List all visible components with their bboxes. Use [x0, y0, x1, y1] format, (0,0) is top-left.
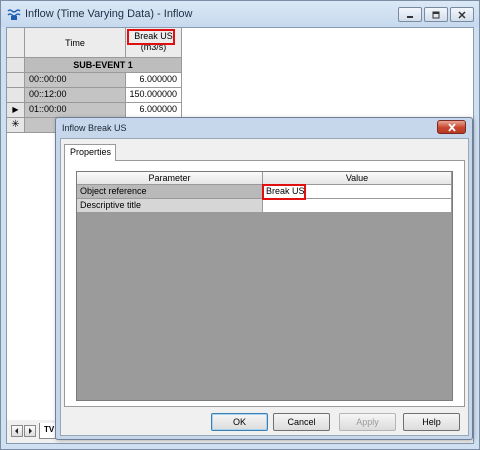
time-column-header[interactable]: Time [25, 28, 126, 58]
dialog-close-button[interactable] [437, 120, 466, 134]
ok-button[interactable]: OK [211, 413, 268, 431]
help-button[interactable]: Help [403, 413, 460, 431]
sub-event-row: SUB-EVENT 1 [25, 58, 182, 73]
parameter-column-header[interactable]: Parameter [77, 172, 263, 185]
time-cell[interactable]: 00::12:00 [25, 88, 126, 103]
row-selector[interactable] [7, 73, 25, 88]
wave-app-icon [7, 9, 21, 20]
descriptive-title-value[interactable] [263, 199, 452, 213]
previous-sheet-button[interactable] [11, 425, 23, 437]
maximize-icon [432, 11, 440, 18]
value-cell[interactable]: 150.000000 [126, 88, 182, 103]
value-cell[interactable]: 6.000000 [126, 73, 182, 88]
inflow-break-us-dialog: Inflow Break US Properties Parameter Val… [55, 117, 473, 440]
property-grid: Parameter Value Object reference Break U… [76, 171, 453, 401]
close-icon [447, 122, 456, 132]
highlight-box [127, 29, 175, 45]
row-selector[interactable] [7, 58, 25, 73]
highlight-box [262, 184, 306, 200]
title-bar[interactable]: Inflow (Time Varying Data) - Inflow [1, 1, 479, 27]
minimize-button[interactable] [398, 7, 422, 22]
properties-panel: Parameter Value Object reference Break U… [64, 160, 465, 407]
tab-properties[interactable]: Properties [64, 144, 116, 161]
chevron-right-icon [29, 428, 32, 434]
value-cell[interactable]: 6.000000 [126, 103, 182, 118]
time-cell[interactable]: 01::00:00 [25, 103, 126, 118]
maximize-button[interactable] [424, 7, 448, 22]
row-selector[interactable] [7, 88, 25, 103]
close-icon [458, 10, 466, 19]
dialog-title: Inflow Break US [62, 123, 127, 133]
chevron-left-icon [15, 428, 18, 434]
next-sheet-button[interactable] [24, 425, 36, 437]
corner-cell [7, 28, 25, 58]
minimize-icon [407, 15, 413, 18]
cancel-button[interactable]: Cancel [273, 413, 330, 431]
new-row-marker-icon[interactable]: ✳ [7, 118, 25, 133]
current-row-marker-icon[interactable]: ▶ [7, 103, 25, 118]
apply-button[interactable]: Apply [339, 413, 396, 431]
window-title: Inflow (Time Varying Data) - Inflow [25, 8, 193, 20]
parameter-label: Object reference [77, 185, 263, 199]
dialog-client-area: Properties Parameter Value Object refere… [60, 138, 469, 436]
time-cell[interactable]: 00::00:00 [25, 73, 126, 88]
close-button[interactable] [450, 7, 474, 22]
parameter-label: Descriptive title [77, 199, 263, 213]
